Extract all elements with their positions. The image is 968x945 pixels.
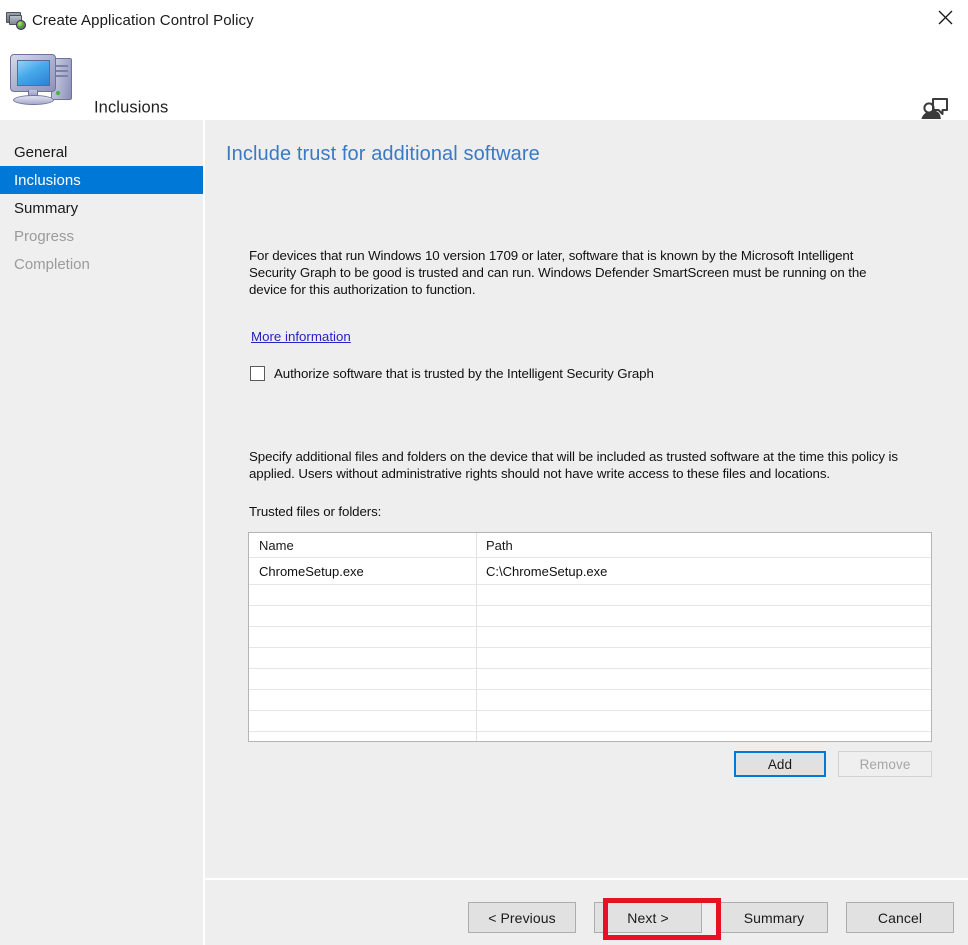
wizard-step-sidebar: General Inclusions Summary Progress Comp… [0, 120, 203, 945]
computer-policy-icon [6, 10, 26, 30]
summary-button[interactable]: Summary [720, 902, 828, 933]
add-button-label: Add [768, 757, 792, 772]
window-title-bar: Create Application Control Policy [0, 0, 968, 40]
sidebar-item-inclusions[interactable]: Inclusions [0, 166, 203, 194]
sidebar-item-progress: Progress [0, 222, 203, 250]
computer-icon [8, 50, 76, 108]
sidebar-item-label: General [14, 144, 67, 161]
remove-button-label: Remove [860, 757, 911, 772]
main-content: Include trust for additional software Fo… [205, 120, 968, 878]
sidebar-item-label: Summary [14, 200, 78, 217]
cell-path: C:\ChromeSetup.exe [477, 558, 931, 584]
previous-button[interactable]: < Previous [468, 902, 576, 933]
column-header-path[interactable]: Path [477, 533, 931, 557]
page-title: Inclusions [94, 99, 168, 118]
previous-button-label: < Previous [488, 910, 556, 926]
sidebar-item-label: Completion [14, 256, 90, 273]
sidebar-item-completion: Completion [0, 250, 203, 278]
intro-paragraph: For devices that run Windows 10 version … [249, 247, 904, 298]
next-button[interactable]: Next > [594, 902, 702, 933]
isg-checkbox-label: Authorize software that is trusted by th… [274, 366, 654, 381]
trusted-files-label: Trusted files or folders: [249, 504, 381, 519]
cell-name: ChromeSetup.exe [249, 558, 477, 584]
table-header-row: Name Path [249, 533, 931, 558]
table-empty-area [249, 732, 931, 742]
table-row-empty[interactable] [249, 711, 931, 732]
more-information-link[interactable]: More information [251, 329, 351, 344]
title-bar-left: Create Application Control Policy [0, 10, 254, 30]
isg-checkbox-row[interactable]: Authorize software that is trusted by th… [250, 366, 654, 381]
table-row-empty[interactable] [249, 648, 931, 669]
trusted-files-paragraph: Specify additional files and folders on … [249, 448, 929, 482]
add-button[interactable]: Add [734, 751, 826, 777]
table-row[interactable]: ChromeSetup.exe C:\ChromeSetup.exe [249, 558, 931, 585]
cancel-button[interactable]: Cancel [846, 902, 954, 933]
table-row-empty[interactable] [249, 669, 931, 690]
sidebar-item-summary[interactable]: Summary [0, 194, 203, 222]
wizard-body: General Inclusions Summary Progress Comp… [0, 120, 968, 945]
window-title: Create Application Control Policy [32, 12, 254, 29]
table-row-empty[interactable] [249, 627, 931, 648]
table-row-empty[interactable] [249, 585, 931, 606]
footer-button-group: < Previous Next > Summary Cancel [468, 902, 954, 933]
cancel-button-label: Cancel [878, 910, 922, 926]
next-button-label: Next > [627, 910, 668, 926]
table-row-empty[interactable] [249, 606, 931, 627]
sidebar-item-label: Inclusions [14, 172, 81, 189]
isg-checkbox[interactable] [250, 366, 265, 381]
summary-button-label: Summary [744, 910, 805, 926]
column-header-name[interactable]: Name [249, 533, 477, 557]
wizard-header: Inclusions [0, 40, 968, 120]
remove-button: Remove [838, 751, 932, 777]
trusted-files-table[interactable]: Name Path ChromeSetup.exe C:\ChromeSetup… [248, 532, 932, 742]
wizard-footer: < Previous Next > Summary Cancel [205, 880, 968, 945]
table-row-empty[interactable] [249, 690, 931, 711]
sidebar-item-label: Progress [14, 228, 74, 245]
content-heading: Include trust for additional software [226, 143, 540, 166]
close-icon[interactable] [922, 0, 968, 34]
sidebar-item-general[interactable]: General [0, 138, 203, 166]
